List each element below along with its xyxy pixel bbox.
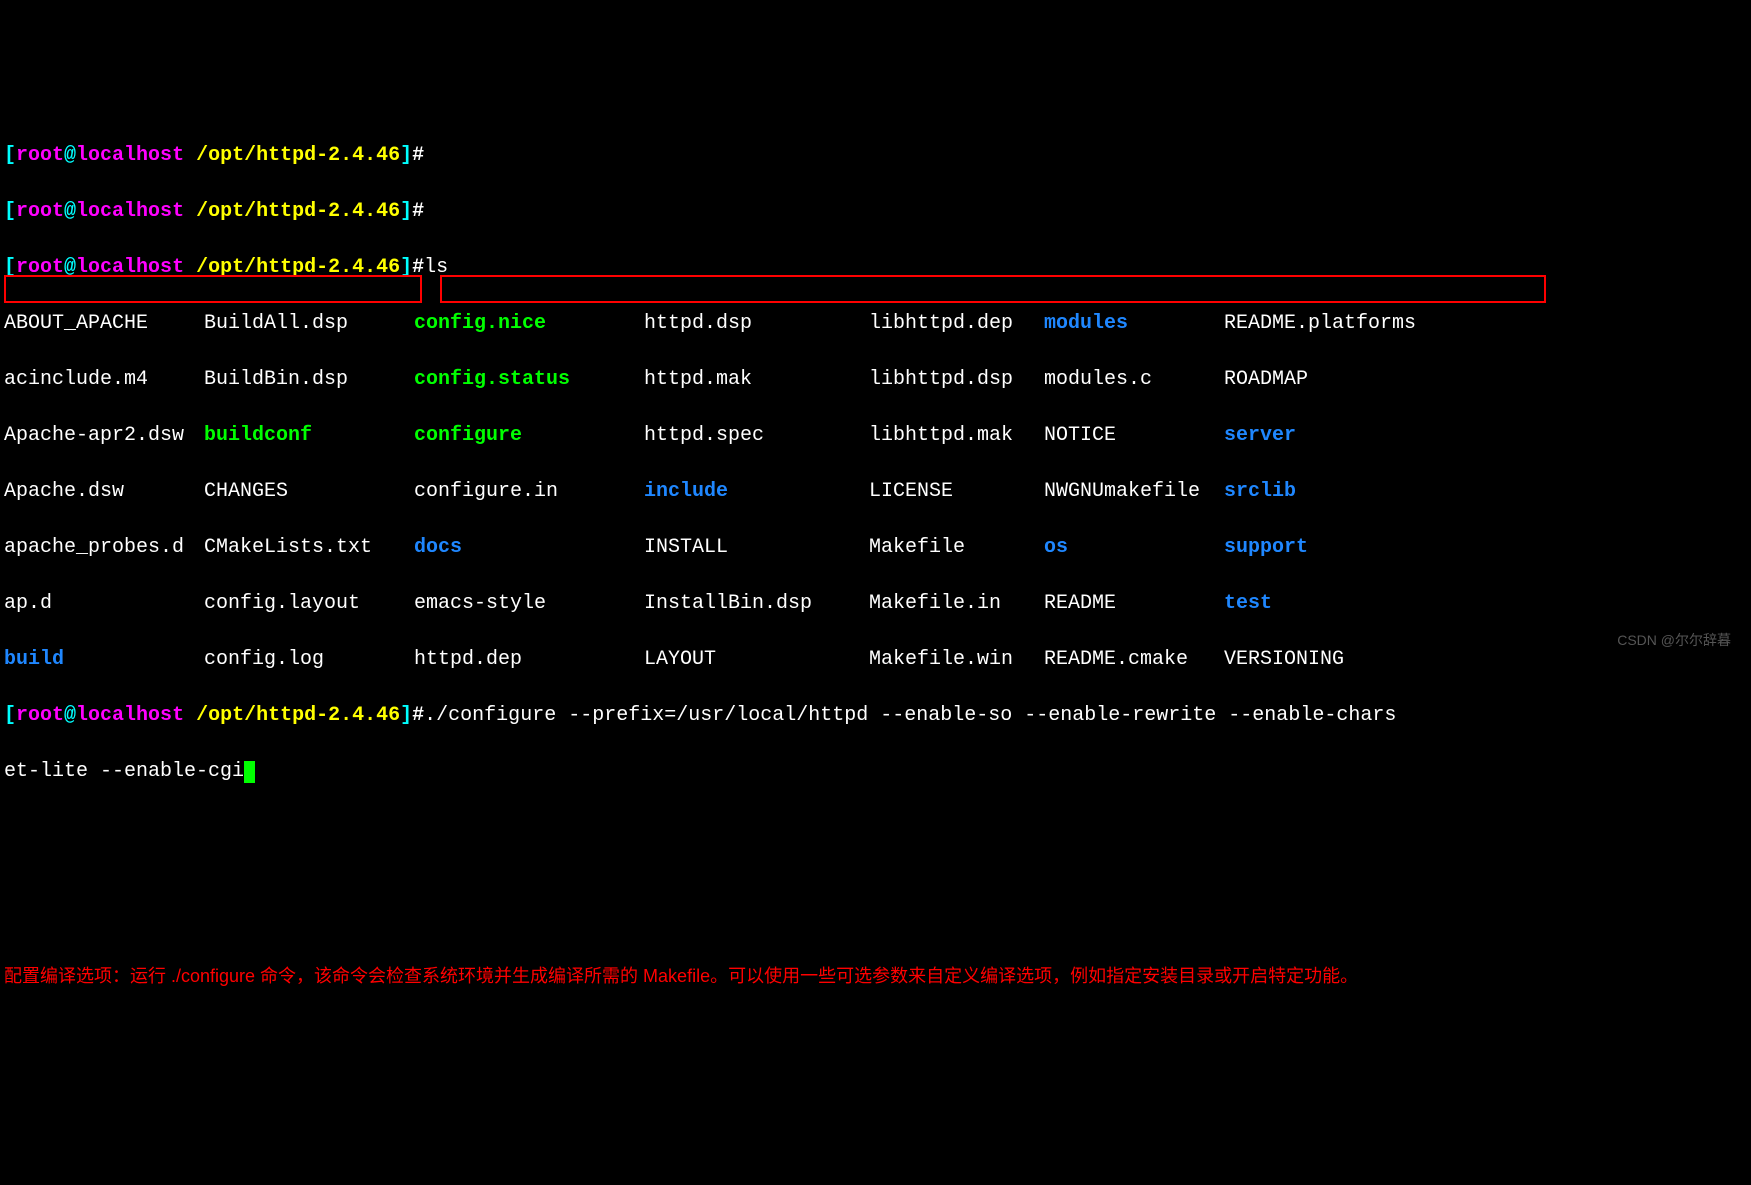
prompt-line-1: [root@localhost /opt/httpd-2.4.46]#: [4, 142, 1747, 170]
prompt-line-2: [root@localhost /opt/httpd-2.4.46]#: [4, 198, 1747, 226]
configure-command-wrap: et-lite --enable-cgi: [4, 758, 1747, 786]
annotation-text: 配置编译选项：运行 ./configure 命令，该命令会检查系统环境并生成编译…: [4, 964, 1747, 989]
ls-row-3: Apache-apr2.dswbuildconfconfigurehttpd.s…: [4, 422, 1747, 450]
ls-row-2: acinclude.m4BuildBin.dspconfig.statushtt…: [4, 366, 1747, 394]
configure-command-part2: et-lite --enable-cgi: [4, 760, 244, 783]
ls-row-7: buildconfig.loghttpd.depLAYOUTMakefile.w…: [4, 646, 1747, 674]
configure-command-part1: ./configure --prefix=/usr/local/httpd --…: [424, 704, 1396, 727]
ls-row-1: ABOUT_APACHEBuildAll.dspconfig.nicehttpd…: [4, 310, 1747, 338]
ls-row-6: ap.dconfig.layoutemacs-styleInstallBin.d…: [4, 590, 1747, 618]
prompt-line-ls: [root@localhost /opt/httpd-2.4.46]#ls: [4, 254, 1747, 282]
ls-row-4: Apache.dswCHANGESconfigure.inincludeLICE…: [4, 478, 1747, 506]
watermark: CSDN @尔尔辞暮: [1617, 631, 1731, 651]
terminal-cursor: [244, 761, 255, 783]
prompt-line-configure[interactable]: [root@localhost /opt/httpd-2.4.46]#./con…: [4, 702, 1747, 730]
terminal-output: [root@localhost /opt/httpd-2.4.46]# [roo…: [4, 114, 1747, 814]
ls-row-5: apache_probes.dCMakeLists.txtdocsINSTALL…: [4, 534, 1747, 562]
ls-command: ls: [424, 256, 448, 279]
